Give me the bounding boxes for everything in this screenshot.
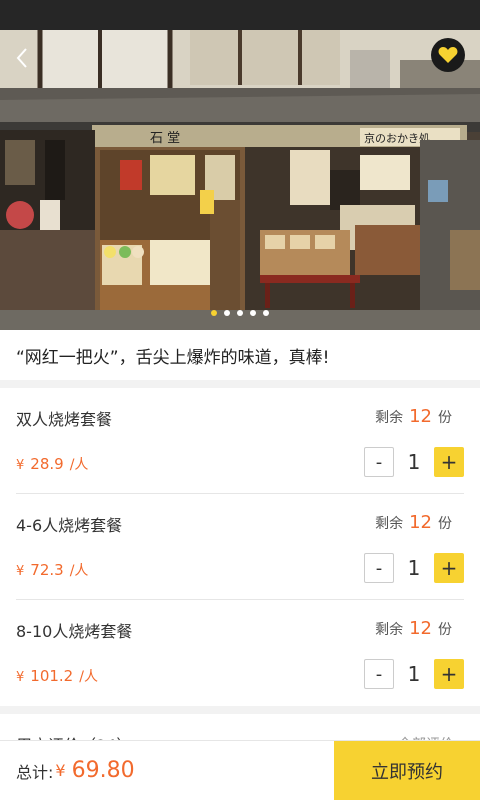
price-unit: /人: [69, 457, 89, 473]
carousel-dot[interactable]: [211, 310, 217, 316]
package-price: ¥ 28.9 /人: [16, 454, 88, 474]
favorite-button[interactable]: [431, 38, 465, 72]
order-total: 总计: ¥ 69.80: [0, 741, 334, 800]
heart-icon: [438, 47, 458, 63]
quantity-stepper: - 1 +: [364, 659, 464, 689]
carousel-dots: [0, 310, 480, 316]
stock-label: 剩余: [375, 622, 404, 638]
stock-unit: 份: [438, 516, 452, 532]
carousel-dot[interactable]: [224, 310, 230, 316]
increase-button[interactable]: +: [434, 659, 464, 689]
status-bar: [0, 0, 480, 30]
total-amount: 69.80: [71, 758, 135, 783]
package-list: 双人烧烤套餐 剩余 12 份 ¥ 28.9 /人 - 1 + 4-6人烧烤套餐 …: [0, 388, 480, 706]
package-item: 8-10人烧烤套餐 剩余 12 份 ¥ 101.2 /人 - 1 +: [16, 600, 464, 706]
package-item: 双人烧烤套餐 剩余 12 份 ¥ 28.9 /人 - 1 +: [16, 388, 464, 494]
back-button[interactable]: [8, 42, 36, 74]
package-item: 4-6人烧烤套餐 剩余 12 份 ¥ 72.3 /人 - 1 +: [16, 494, 464, 600]
chevron-left-icon: [16, 48, 27, 68]
stock-label: 剩余: [375, 410, 404, 426]
decrease-button[interactable]: -: [364, 447, 394, 477]
book-now-button[interactable]: 立即预约: [334, 741, 480, 800]
price-value: 72.3: [30, 561, 64, 579]
package-price: ¥ 101.2 /人: [16, 666, 98, 686]
quantity-value[interactable]: 1: [394, 556, 434, 580]
currency-symbol: ¥: [16, 458, 25, 473]
increase-button[interactable]: +: [434, 447, 464, 477]
product-headline: “网红一把火”，舌尖上爆炸的味道，真棒!: [0, 330, 480, 380]
package-price: ¥ 72.3 /人: [16, 560, 88, 580]
quantity-stepper: - 1 +: [364, 447, 464, 477]
quantity-value[interactable]: 1: [394, 450, 434, 474]
shop-photo: 石 堂 京のおかき処 石 堂: [0, 30, 480, 330]
stock-count: 12: [409, 406, 432, 427]
carousel-dot[interactable]: [250, 310, 256, 316]
quantity-value[interactable]: 1: [394, 662, 434, 686]
stock-label: 剩余: [375, 516, 404, 532]
package-name: 4-6人烧烤套餐: [16, 516, 123, 535]
total-label: 总计:: [16, 762, 54, 782]
stock-remaining: 剩余 12 份: [375, 618, 452, 639]
hero-carousel[interactable]: 石 堂 京のおかき処 石 堂: [0, 30, 480, 330]
decrease-button[interactable]: -: [364, 659, 394, 689]
stock-remaining: 剩余 12 份: [375, 406, 452, 427]
stock-count: 12: [409, 618, 432, 639]
decrease-button[interactable]: -: [364, 553, 394, 583]
price-unit: /人: [79, 669, 98, 685]
checkout-bar: 总计: ¥ 69.80 立即预约: [0, 740, 480, 800]
price-value: 101.2: [30, 667, 74, 685]
stock-unit: 份: [438, 410, 452, 426]
stock-unit: 份: [438, 622, 452, 638]
price-value: 28.9: [30, 455, 64, 473]
currency-symbol: ¥: [16, 564, 25, 579]
increase-button[interactable]: +: [434, 553, 464, 583]
currency-symbol: ¥: [16, 670, 25, 685]
quantity-stepper: - 1 +: [364, 553, 464, 583]
package-name: 8-10人烧烤套餐: [16, 622, 133, 641]
total-currency: ¥: [55, 761, 66, 780]
stock-count: 12: [409, 512, 432, 533]
carousel-dot[interactable]: [237, 310, 243, 316]
carousel-dot[interactable]: [263, 310, 269, 316]
price-unit: /人: [69, 563, 89, 579]
package-name: 双人烧烤套餐: [16, 410, 113, 429]
svg-text:石 堂: 石 堂: [150, 131, 180, 146]
stock-remaining: 剩余 12 份: [375, 512, 452, 533]
